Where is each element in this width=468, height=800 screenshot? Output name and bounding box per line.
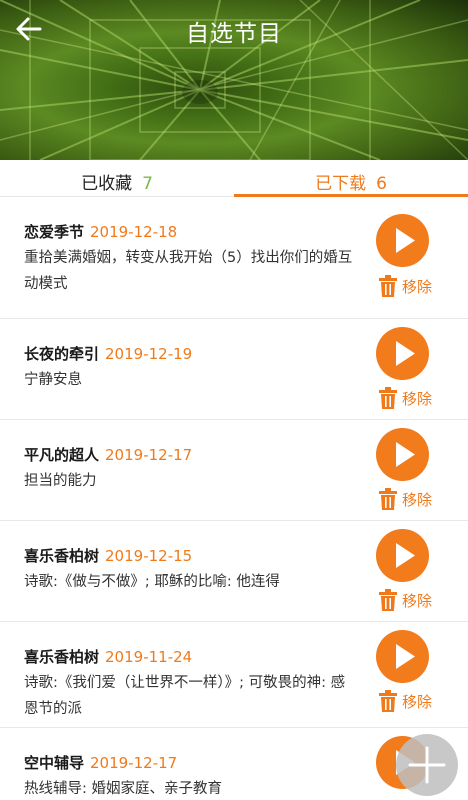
remove-button[interactable]: 移除 bbox=[378, 690, 432, 712]
trash-icon bbox=[378, 275, 397, 297]
item-date: 2019-12-18 bbox=[90, 223, 178, 241]
remove-button[interactable]: 移除 bbox=[378, 488, 432, 510]
remove-label: 移除 bbox=[401, 692, 432, 711]
play-button[interactable] bbox=[376, 630, 429, 683]
add-fab-button[interactable] bbox=[396, 734, 458, 796]
item-date: 2019-12-19 bbox=[105, 345, 193, 363]
trash-icon bbox=[378, 589, 397, 611]
remove-label: 移除 bbox=[401, 591, 432, 610]
tab-downloaded[interactable]: 已下载 6 bbox=[234, 160, 468, 197]
remove-button[interactable]: 移除 bbox=[378, 387, 432, 409]
item-date: 2019-12-17 bbox=[105, 446, 193, 464]
list-item: 长夜的牵引 2019-12-19 宁静安息 移除 bbox=[0, 319, 468, 420]
tab-downloaded-label: 已下载 bbox=[315, 174, 367, 194]
list-item: 喜乐香柏树 2019-12-15 诗歌:《做与不做》; 耶稣的比喻: 他连得 移除 bbox=[0, 521, 468, 622]
item-title: 喜乐香柏树 2019-11-24 bbox=[24, 648, 193, 666]
header-banner: 自选节目 bbox=[0, 0, 468, 160]
item-title: 长夜的牵引 2019-12-19 bbox=[24, 345, 193, 363]
remove-button[interactable]: 移除 bbox=[378, 589, 432, 611]
item-date: 2019-11-24 bbox=[105, 648, 193, 666]
play-icon bbox=[396, 644, 415, 669]
play-button[interactable] bbox=[376, 214, 429, 267]
play-icon bbox=[396, 543, 415, 568]
play-button[interactable] bbox=[376, 529, 429, 582]
play-button[interactable] bbox=[376, 327, 429, 380]
item-description: 诗歌:《我们爱（让世界不一样）》; 可敬畏的神: 感恩节的派 bbox=[24, 675, 346, 717]
play-icon bbox=[396, 442, 415, 467]
item-description: 热线辅导: 婚姻家庭、亲子教育 bbox=[24, 781, 222, 797]
list-item: 喜乐香柏树 2019-11-24 诗歌:《我们爱（让世界不一样）》; 可敬畏的神:… bbox=[0, 622, 468, 728]
item-title: 空中辅导 2019-12-17 bbox=[24, 754, 178, 772]
play-icon bbox=[396, 228, 415, 253]
item-date: 2019-12-15 bbox=[105, 547, 193, 565]
trash-icon bbox=[378, 387, 397, 409]
item-title: 恋爱季节 2019-12-18 bbox=[24, 223, 178, 241]
remove-button[interactable]: 移除 bbox=[378, 275, 432, 297]
play-icon bbox=[396, 341, 415, 366]
program-list: 恋爱季节 2019-12-18 重拾美满婚姻，转变从我开始（5）找出你们的婚互动模… bbox=[0, 197, 468, 800]
item-title: 喜乐香柏树 2019-12-15 bbox=[24, 547, 193, 565]
item-description: 重拾美满婚姻，转变从我开始（5）找出你们的婚互动模式 bbox=[24, 250, 353, 292]
tab-favorites-count: 7 bbox=[142, 174, 153, 194]
tab-downloaded-count: 6 bbox=[376, 174, 387, 194]
item-description: 担当的能力 bbox=[24, 473, 97, 489]
remove-label: 移除 bbox=[401, 490, 432, 509]
item-description: 宁静安息 bbox=[24, 372, 82, 388]
remove-label: 移除 bbox=[401, 389, 432, 408]
page-title: 自选节目 bbox=[186, 21, 282, 47]
item-title: 平凡的超人 2019-12-17 bbox=[24, 446, 193, 464]
play-button[interactable] bbox=[376, 428, 429, 481]
tab-bar: 已收藏 7 已下载 6 bbox=[0, 160, 468, 197]
item-description: 诗歌:《做与不做》; 耶稣的比喻: 他连得 bbox=[24, 574, 280, 590]
trash-icon bbox=[378, 488, 397, 510]
tab-favorites[interactable]: 已收藏 7 bbox=[0, 160, 234, 196]
list-item: 恋爱季节 2019-12-18 重拾美满婚姻，转变从我开始（5）找出你们的婚互动模… bbox=[0, 197, 468, 319]
item-date: 2019-12-17 bbox=[90, 754, 178, 772]
list-item: 平凡的超人 2019-12-17 担当的能力 移除 bbox=[0, 420, 468, 521]
trash-icon bbox=[378, 690, 397, 712]
remove-label: 移除 bbox=[401, 277, 432, 296]
plus-icon bbox=[408, 746, 446, 784]
tab-favorites-label: 已收藏 bbox=[81, 174, 133, 194]
